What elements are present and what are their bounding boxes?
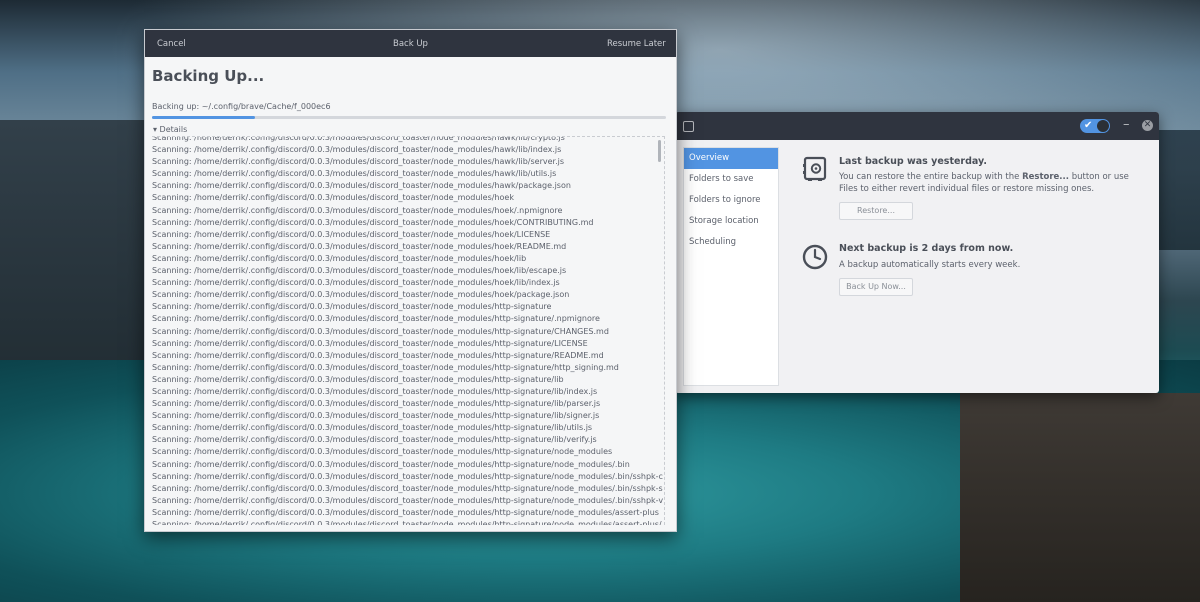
backup-progress-bar: [152, 116, 666, 119]
log-line: Scanning: /home/derrik/.config/discord/0…: [152, 302, 552, 312]
log-line: Scanning: /home/derrik/.config/discord/0…: [152, 205, 563, 215]
log-line: Scanning: /home/derrik/.config/discord/0…: [152, 326, 609, 336]
details-expander[interactable]: ▾ Details: [153, 125, 187, 134]
log-line: Scanning: /home/derrik/.config/discord/0…: [152, 423, 593, 433]
log-line: Scanning: /home/derrik/.config/discord/0…: [152, 362, 619, 372]
log-line: Scanning: /home/derrik/.config/discord/0…: [152, 157, 565, 167]
log-scrollbar[interactable]: [658, 140, 661, 162]
wallpaper-rock-right: [960, 393, 1200, 602]
progress-fill: [152, 116, 255, 119]
dialog-title: Back Up: [393, 39, 428, 49]
window-menu-icon[interactable]: [683, 121, 694, 132]
log-line: Scanning: /home/derrik/.config/discord/0…: [152, 399, 601, 409]
minimize-icon[interactable]: –: [1123, 117, 1130, 132]
sidebar-item-folders-to-ignore[interactable]: Folders to ignore: [684, 190, 778, 211]
log-line: Scanning: /home/derrik/.config/discord/0…: [152, 483, 663, 493]
clock-icon: [802, 244, 828, 270]
restore-button[interactable]: Restore...: [839, 202, 913, 220]
log-line: Scanning: /home/derrik/.config/discord/0…: [152, 459, 630, 469]
log-line: Scanning: /home/derrik/.config/discord/0…: [152, 169, 557, 179]
log-line: Scanning: /home/derrik/.config/discord/0…: [152, 495, 664, 505]
backing-up-heading: Backing Up...: [152, 67, 265, 85]
log-line: Scanning: /home/derrik/.config/discord/0…: [152, 435, 597, 445]
sidebar-item-scheduling[interactable]: Scheduling: [684, 232, 778, 253]
backing-up-dialog: Cancel Back Up Resume Later Backing Up..…: [144, 29, 677, 532]
log-line: Scanning: /home/derrik/.config/discord/0…: [152, 338, 588, 348]
next-backup-description: A backup automatically starts every week…: [839, 260, 1021, 270]
log-line: Scanning: /home/derrik/.config/discord/0…: [152, 217, 594, 227]
log-line: Scanning: /home/derrik/.config/discord/0…: [152, 350, 604, 360]
log-line: Scanning: /home/derrik/.config/discord/0…: [152, 278, 560, 288]
log-line: Scanning: /home/derrik/.config/discord/0…: [152, 314, 600, 324]
next-backup-title: Next backup is 2 days from now.: [839, 243, 1014, 254]
log-line: Scanning: /home/derrik/.config/discord/0…: [152, 471, 663, 481]
sidebar-item-folders-to-save[interactable]: Folders to save: [684, 169, 778, 190]
automatic-backup-toggle[interactable]: ✔: [1080, 119, 1110, 133]
last-backup-title: Last backup was yesterday.: [839, 156, 987, 167]
sidebar-item-storage-location[interactable]: Storage location: [684, 211, 778, 232]
last-backup-description: You can restore the entire backup with t…: [839, 172, 1129, 194]
cancel-button[interactable]: Cancel: [157, 39, 186, 49]
log-line: Scanning: /home/derrik/.config/discord/0…: [152, 145, 562, 155]
log-lines: Scanning: /home/derrik/.config/discord/0…: [152, 136, 664, 525]
backups-sidebar: Overview Folders to save Folders to igno…: [683, 147, 779, 386]
log-line: Scanning: /home/derrik/.config/discord/0…: [152, 266, 567, 276]
log-line: Scanning: /home/derrik/.config/discord/0…: [152, 241, 567, 251]
log-line: Scanning: /home/derrik/.config/discord/0…: [152, 229, 551, 239]
log-line: Scanning: /home/derrik/.config/discord/0…: [152, 290, 570, 300]
toggle-knob: [1097, 120, 1109, 132]
log-line: Scanning: /home/derrik/.config/discord/0…: [152, 520, 662, 525]
backups-window: ✔ – ✕ Overview Folders to save Folders t…: [675, 112, 1159, 393]
sidebar-item-overview[interactable]: Overview: [684, 148, 778, 169]
log-line: Scanning: /home/derrik/.config/discord/0…: [152, 411, 600, 421]
log-line: Scanning: /home/derrik/.config/discord/0…: [152, 181, 571, 191]
log-line: Scanning: /home/derrik/.config/discord/0…: [152, 253, 527, 263]
log-line: Scanning: /home/derrik/.config/discord/0…: [152, 447, 613, 457]
dialog-headerbar: Cancel Back Up Resume Later: [145, 30, 676, 57]
log-line: Scanning: /home/derrik/.config/discord/0…: [152, 386, 598, 396]
backup-status-text: Backing up: ~/.config/brave/Cache/f_000e…: [152, 102, 331, 111]
close-icon[interactable]: ✕: [1142, 120, 1153, 131]
details-log[interactable]: Scanning: /home/derrik/.config/discord/0…: [152, 136, 665, 525]
log-line: Scanning: /home/derrik/.config/discord/0…: [152, 193, 514, 203]
log-line: Scanning: /home/derrik/.config/discord/0…: [152, 136, 565, 142]
safe-icon: [803, 156, 827, 181]
resume-later-button[interactable]: Resume Later: [607, 39, 666, 49]
backups-titlebar: ✔ – ✕: [675, 112, 1159, 140]
check-icon: ✔: [1084, 120, 1093, 131]
back-up-now-button[interactable]: Back Up Now...: [839, 278, 913, 296]
log-line: Scanning: /home/derrik/.config/discord/0…: [152, 374, 564, 384]
log-line: Scanning: /home/derrik/.config/discord/0…: [152, 507, 659, 517]
